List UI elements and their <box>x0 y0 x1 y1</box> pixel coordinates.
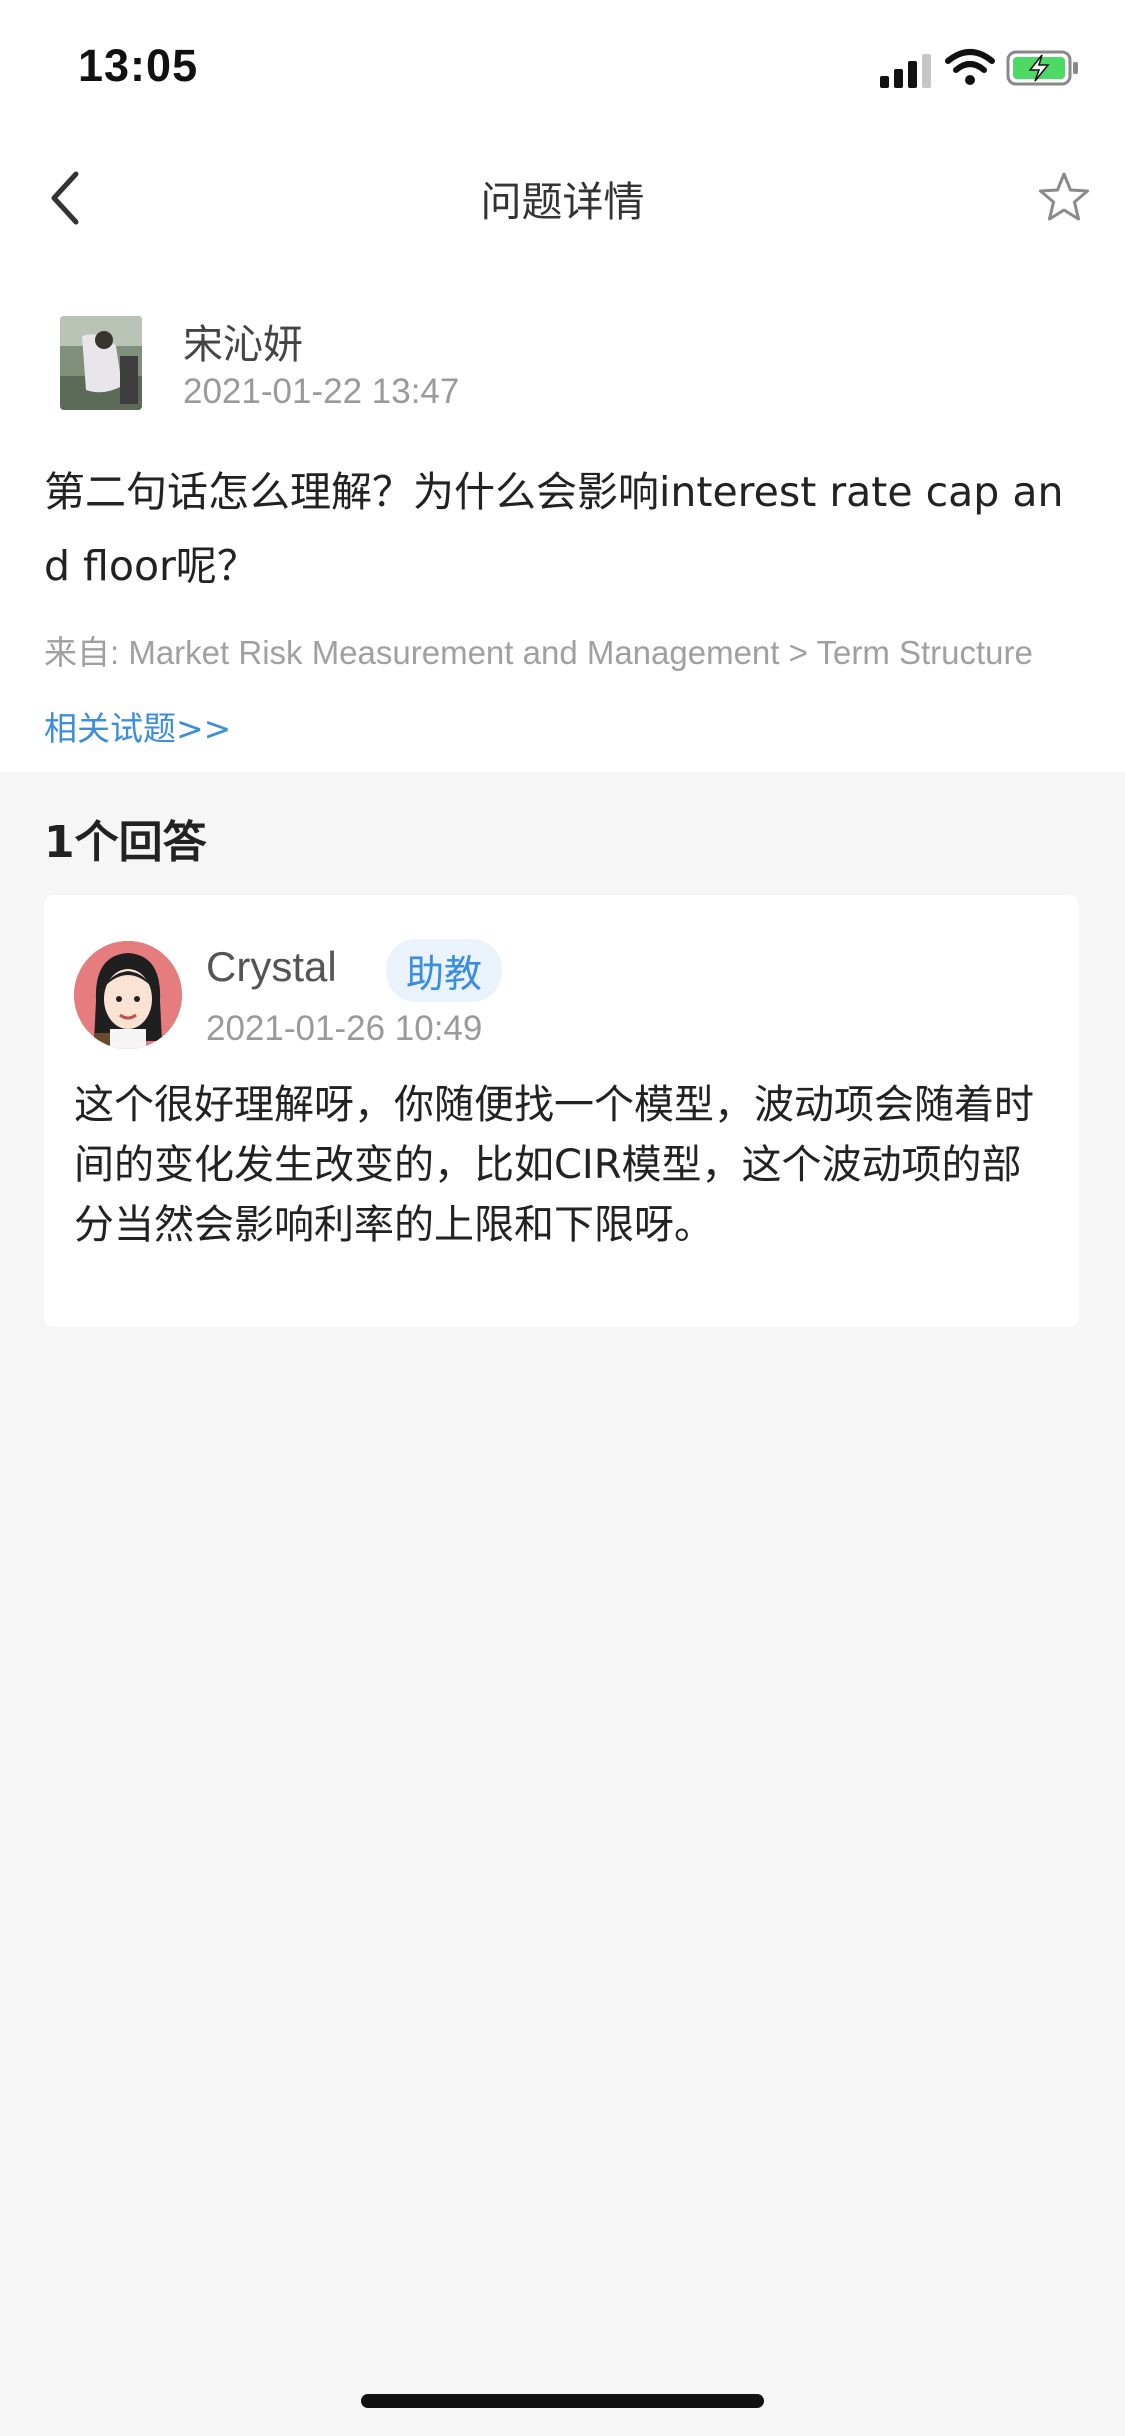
answer-text: 这个很好理解呀，你随便找一个模型，波动项会随着时间的变化发生改变的，比如CIR模… <box>74 1082 1034 1248</box>
question-source: 来自: Market Risk Measurement and Manageme… <box>44 634 1033 671</box>
home-indicator[interactable] <box>361 2394 764 2408</box>
question-timestamp: 2021-01-22 13:47 <box>183 372 460 411</box>
cellular-signal-icon <box>880 52 934 88</box>
asker-avatar[interactable] <box>60 316 142 410</box>
answer-count: 1个回答 <box>44 817 207 868</box>
wifi-icon <box>945 49 995 85</box>
answerer-name: Crystal <box>206 943 337 990</box>
battery-charging-icon <box>1006 50 1078 86</box>
answerer-avatar[interactable] <box>74 941 182 1049</box>
teaching-assistant-badge: 助教 <box>386 939 503 1002</box>
question-text: 第二句话怎么理解？为什么会影响interest rate cap and flo… <box>44 468 1064 590</box>
asker-name: 宋沁妍 <box>183 322 303 368</box>
answer-card: Crystal 助教 2021-01-26 10:49 这个很好理解呀，你随便找… <box>44 895 1079 1327</box>
favorite-star-button[interactable] <box>1036 170 1092 226</box>
related-questions-link[interactable]: 相关试题>> <box>44 702 231 750</box>
page-title: 问题详情 <box>480 178 645 226</box>
answer-timestamp: 2021-01-26 10:49 <box>206 1009 483 1048</box>
status-time: 13:05 <box>78 40 199 91</box>
